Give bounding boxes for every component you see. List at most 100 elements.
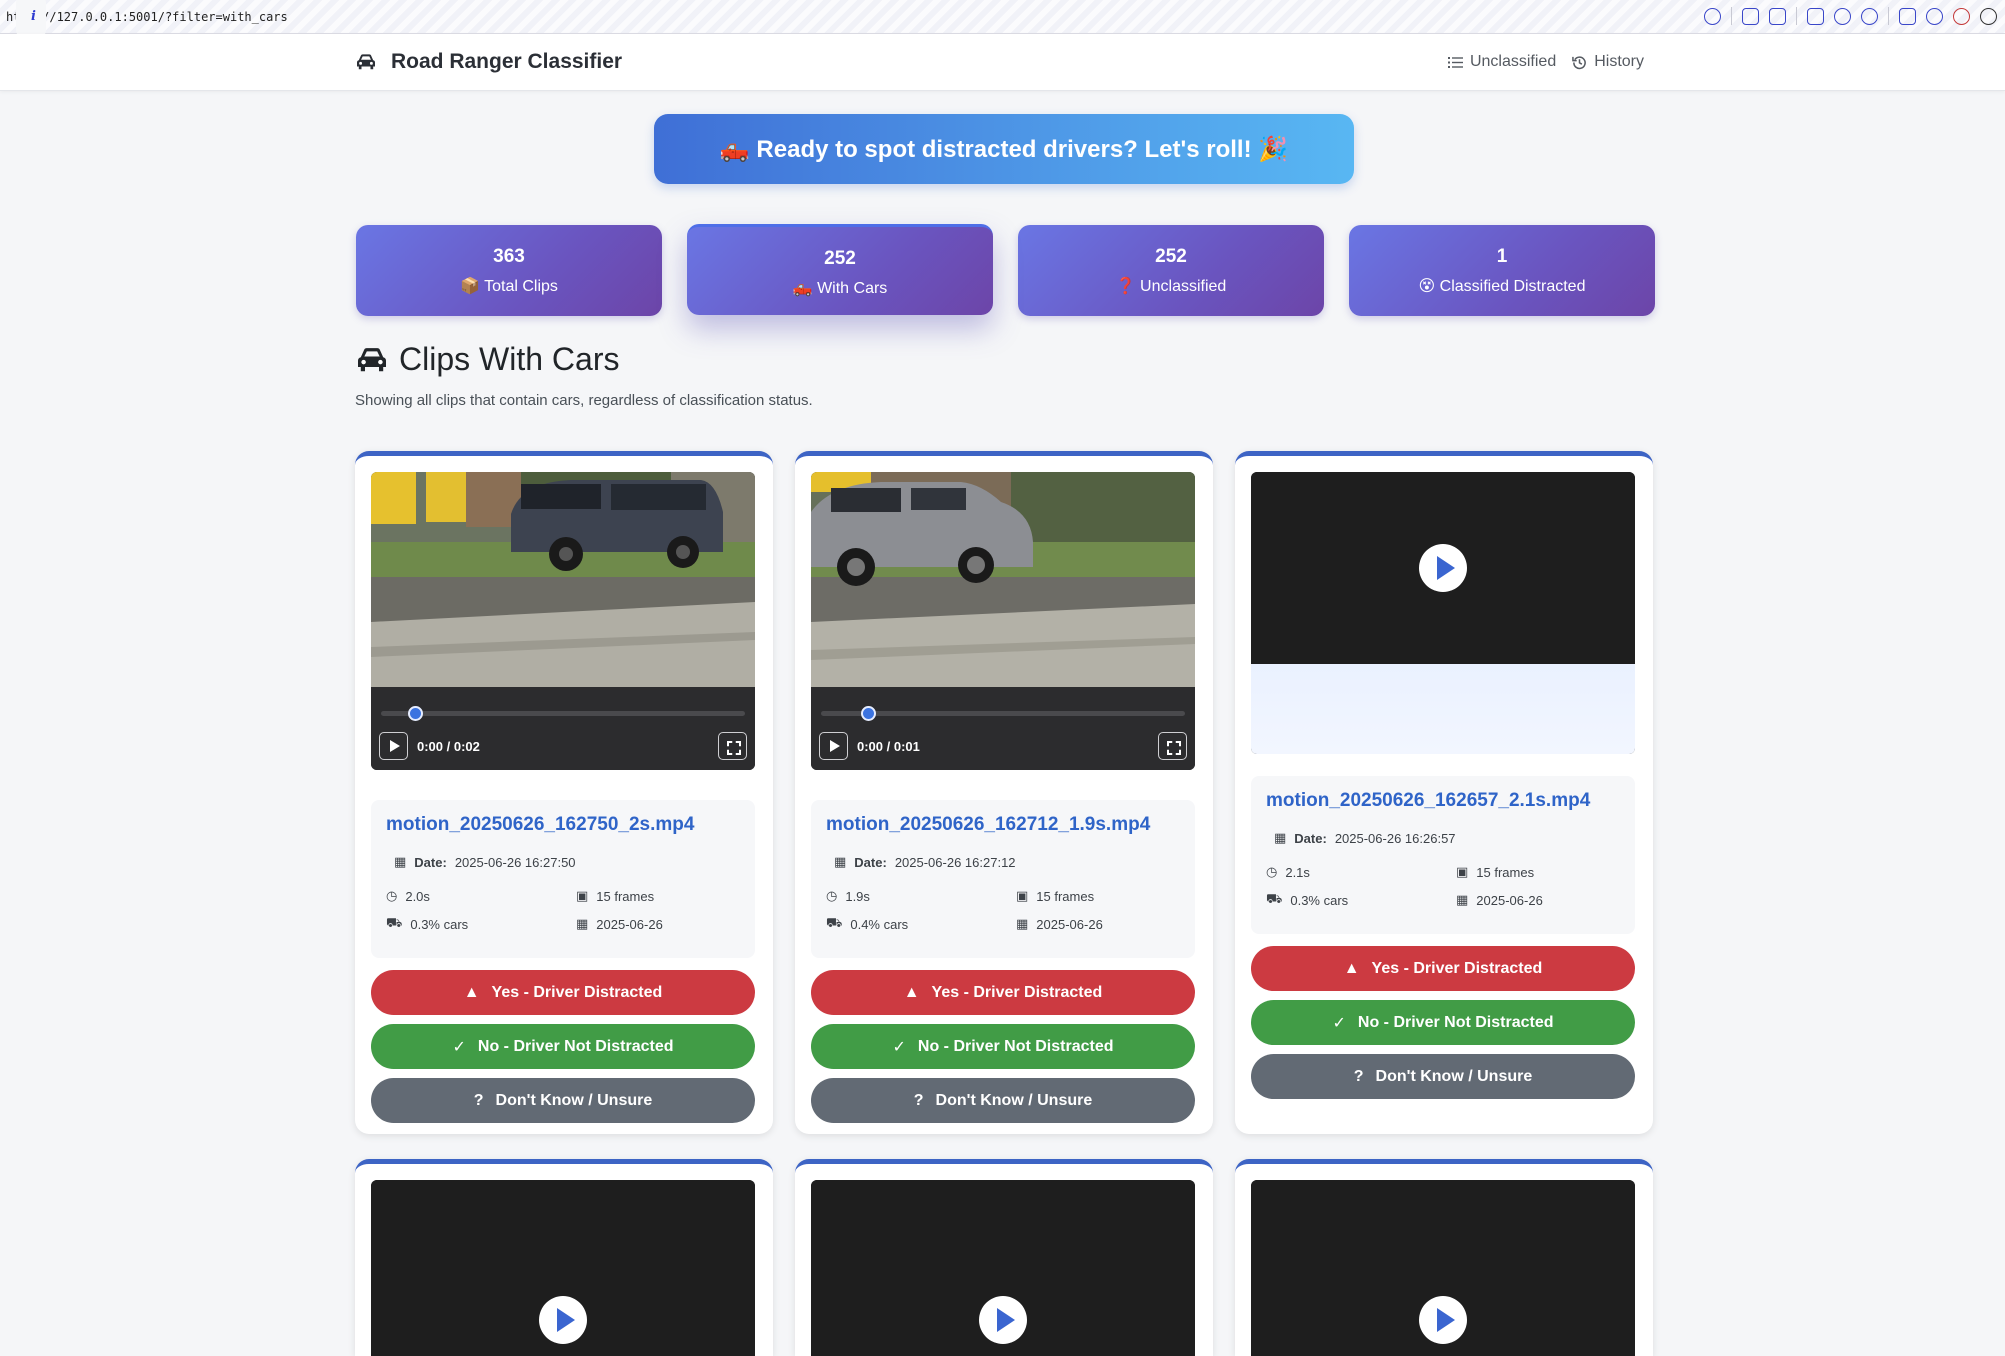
settings-gear-icon[interactable] bbox=[1980, 7, 1997, 25]
video-frame[interactable] bbox=[371, 472, 755, 687]
section-title-text: Clips With Cars bbox=[399, 341, 620, 377]
record-icon[interactable] bbox=[1953, 7, 1970, 25]
no-distracted-button[interactable]: ✓ No - Driver Not Distracted bbox=[371, 1024, 755, 1069]
globe-icon[interactable] bbox=[1834, 7, 1851, 25]
cars-value: 0.3% cars bbox=[1290, 892, 1349, 908]
clip-info: motion_20250626_162712_1.9s.mp4 ▦ Date: … bbox=[811, 800, 1195, 958]
video-frame[interactable] bbox=[371, 1180, 755, 1356]
yes-distracted-button[interactable]: ▲ Yes - Driver Distracted bbox=[371, 970, 755, 1015]
clip-meta: ◷ 2.1s ▣ 15 frames ⛟ 0.3% cars ▦ 2025-06-26 bbox=[1266, 864, 1620, 909]
list-icon bbox=[1447, 56, 1463, 68]
clip-frames: ▣ 15 frames bbox=[1456, 864, 1646, 880]
stat-unclassified[interactable]: 252 ❓ Unclassified bbox=[1018, 225, 1324, 316]
video-player[interactable] bbox=[1251, 1180, 1635, 1356]
play-icon[interactable] bbox=[1419, 544, 1467, 592]
date-label: Date: bbox=[854, 854, 887, 870]
nav-link-unclassified[interactable]: Unclassified bbox=[1447, 53, 1556, 71]
fullscreen-icon[interactable] bbox=[718, 732, 747, 760]
play-icon[interactable] bbox=[539, 1296, 587, 1344]
video-progress-track[interactable] bbox=[381, 711, 745, 716]
video-time: 0:00 / 0:01 bbox=[857, 739, 920, 754]
yes-distracted-button[interactable]: ▲ Yes - Driver Distracted bbox=[1251, 946, 1635, 991]
clip-card bbox=[355, 1159, 773, 1356]
clock-icon: ◷ bbox=[386, 888, 398, 903]
clip-card: 0:00 / 0:02 motion_20250626_162750_2s.mp… bbox=[355, 451, 773, 1134]
video-player[interactable]: 0:00 / 0:01 bbox=[811, 472, 1195, 770]
clip-duration: ◷ 1.9s bbox=[826, 888, 1016, 904]
brand[interactable]: Road Ranger Classifier bbox=[355, 50, 622, 74]
cars-value: 0.4% cars bbox=[850, 916, 909, 932]
calendar-icon: ▦ bbox=[1456, 892, 1469, 907]
video-player[interactable] bbox=[811, 1180, 1195, 1356]
play-icon[interactable] bbox=[979, 1296, 1027, 1344]
unsure-button[interactable]: ? Don't Know / Unsure bbox=[371, 1078, 755, 1123]
nav-link-history[interactable]: History bbox=[1572, 53, 1644, 71]
stat-label: 😵 Classified Distracted bbox=[1418, 278, 1586, 295]
clip-card: 0:00 / 0:01 motion_20250626_162712_1.9s.… bbox=[795, 451, 1213, 1134]
site-info-icon[interactable]: i bbox=[16, 0, 46, 38]
video-frame[interactable] bbox=[811, 1180, 1195, 1356]
no-distracted-button[interactable]: ✓ No - Driver Not Distracted bbox=[811, 1024, 1195, 1069]
video-frame[interactable] bbox=[811, 472, 1195, 687]
video-frame[interactable] bbox=[1251, 1180, 1635, 1356]
button-label: Don't Know / Unsure bbox=[1375, 1067, 1533, 1085]
car-icon: ⛟ bbox=[1266, 891, 1283, 906]
fullscreen-icon[interactable] bbox=[1158, 732, 1187, 760]
play-icon[interactable] bbox=[379, 732, 408, 760]
clip-frames: ▣ 15 frames bbox=[1016, 888, 1206, 904]
date-label: Date: bbox=[1294, 830, 1327, 846]
url-text[interactable]: http://127.0.0.1:5001/?filter=with_cars bbox=[6, 10, 288, 24]
stat-with-cars[interactable]: 252 🛻 With Cars bbox=[687, 224, 993, 315]
download-icon[interactable] bbox=[1742, 7, 1759, 25]
stat-classified-distracted[interactable]: 1 😵 Classified Distracted bbox=[1349, 225, 1655, 316]
video-frame[interactable] bbox=[1251, 472, 1635, 664]
stat-label: 🛻 With Cars bbox=[792, 280, 888, 297]
stat-value: 1 bbox=[1496, 246, 1508, 267]
section-description: Showing all clips that contain cars, reg… bbox=[355, 392, 813, 409]
video-progress-knob[interactable] bbox=[861, 706, 876, 721]
crosshair-icon[interactable] bbox=[1861, 7, 1878, 25]
password-icon[interactable] bbox=[1926, 7, 1943, 25]
button-label: Don't Know / Unsure bbox=[495, 1091, 653, 1109]
play-icon[interactable] bbox=[819, 732, 848, 760]
welcome-banner: 🛻 Ready to spot distracted drivers? Let'… bbox=[654, 114, 1354, 184]
video-thumbnail bbox=[811, 472, 1195, 687]
clip-filename[interactable]: motion_20250626_162657_2.1s.mp4 bbox=[1266, 790, 1620, 812]
clip-cars: ⛟ 0.3% cars bbox=[1266, 891, 1456, 909]
yes-distracted-button[interactable]: ▲ Yes - Driver Distracted bbox=[811, 970, 1195, 1015]
brand-title: Road Ranger Classifier bbox=[391, 50, 623, 73]
video-player[interactable] bbox=[371, 1180, 755, 1356]
clip-card: motion_20250626_162657_2.1s.mp4 ▦ Date: … bbox=[1235, 451, 1653, 1134]
unsure-button[interactable]: ? Don't Know / Unsure bbox=[1251, 1054, 1635, 1099]
warning-icon: ▲ bbox=[1343, 959, 1360, 977]
clip-day: ▦ 2025-06-26 bbox=[576, 915, 766, 933]
terminal-icon[interactable] bbox=[1807, 7, 1824, 25]
film-icon: ▣ bbox=[576, 888, 589, 903]
stats-row: 363 📦 Total Clips 252 🛻 With Cars 252 ❓ … bbox=[356, 224, 1655, 316]
clip-day: ▦ 2025-06-26 bbox=[1016, 915, 1206, 933]
browser-extensions bbox=[1704, 7, 1997, 25]
camera-icon[interactable] bbox=[1769, 7, 1786, 25]
clip-filename[interactable]: motion_20250626_162712_1.9s.mp4 bbox=[826, 814, 1180, 836]
frames-value: 15 frames bbox=[1476, 864, 1535, 880]
top-navbar: Road Ranger Classifier Unclassified Hist… bbox=[0, 34, 2005, 91]
link-icon[interactable] bbox=[1704, 7, 1721, 25]
nav-links: Unclassified History bbox=[1447, 53, 1644, 71]
play-icon[interactable] bbox=[1419, 1296, 1467, 1344]
film-icon: ▣ bbox=[1456, 864, 1469, 879]
video-progress-knob[interactable] bbox=[408, 706, 423, 721]
stat-value: 252 bbox=[1155, 246, 1187, 267]
toolbar-divider bbox=[1888, 7, 1889, 25]
video-player[interactable] bbox=[1251, 472, 1635, 754]
unsure-button[interactable]: ? Don't Know / Unsure bbox=[811, 1078, 1195, 1123]
no-distracted-button[interactable]: ✓ No - Driver Not Distracted bbox=[1251, 1000, 1635, 1045]
video-player[interactable]: 0:00 / 0:02 bbox=[371, 472, 755, 770]
clip-date: ▦ Date: 2025-06-26 16:26:57 bbox=[1266, 830, 1620, 846]
code-icon[interactable] bbox=[1899, 7, 1916, 25]
car-icon bbox=[357, 54, 375, 70]
day-value: 2025-06-26 bbox=[1036, 916, 1103, 932]
stat-total-clips[interactable]: 363 📦 Total Clips bbox=[356, 225, 662, 316]
clip-meta: ◷ 1.9s ▣ 15 frames ⛟ 0.4% cars ▦ 2025-06-26 bbox=[826, 888, 1180, 933]
clip-filename[interactable]: motion_20250626_162750_2s.mp4 bbox=[386, 814, 740, 836]
video-thumbnail bbox=[371, 472, 755, 687]
